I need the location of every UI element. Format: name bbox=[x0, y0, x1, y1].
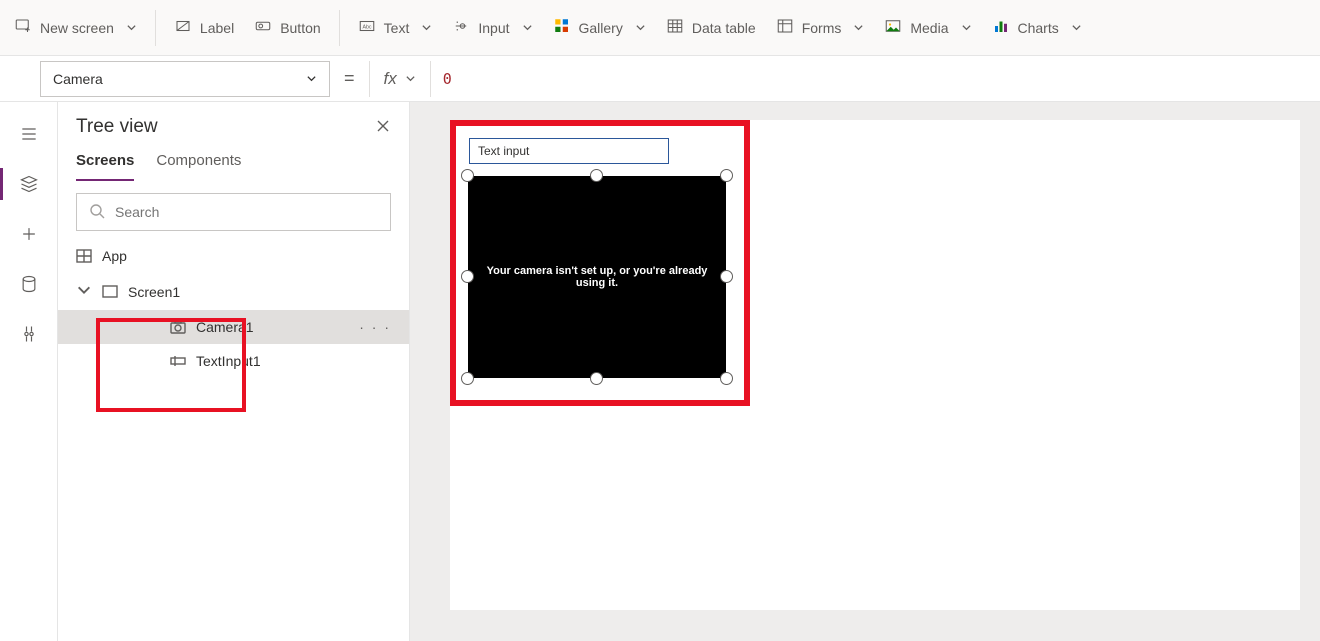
tree-app-label: App bbox=[102, 248, 127, 264]
label-text: Label bbox=[200, 20, 234, 36]
svg-text:Abc: Abc bbox=[362, 24, 371, 30]
button-control[interactable]: Button bbox=[244, 9, 330, 46]
forms-icon bbox=[776, 17, 794, 38]
fx-button[interactable]: fx bbox=[370, 69, 430, 89]
rail-tools[interactable] bbox=[9, 314, 49, 354]
chevron-down-icon bbox=[522, 20, 533, 36]
resize-handle[interactable] bbox=[461, 372, 474, 385]
design-canvas[interactable]: Text input Your camera isn't set up, or … bbox=[450, 120, 1300, 610]
chevron-down-icon bbox=[961, 20, 972, 36]
resize-handle[interactable] bbox=[720, 169, 733, 182]
property-name: Camera bbox=[53, 71, 103, 87]
tree-app[interactable]: App bbox=[58, 239, 409, 273]
tree-item-more[interactable]: · · · bbox=[359, 319, 391, 335]
tree-screen1[interactable]: Screen1 bbox=[58, 273, 409, 310]
button-icon bbox=[254, 17, 272, 38]
resize-handle[interactable] bbox=[590, 372, 603, 385]
chevron-down-icon bbox=[126, 20, 137, 36]
tree-screen1-label: Screen1 bbox=[128, 284, 180, 300]
charts-label: Charts bbox=[1018, 20, 1059, 36]
label-button[interactable]: Label bbox=[164, 9, 244, 46]
gallery-menu[interactable]: Gallery bbox=[543, 9, 656, 46]
forms-label: Forms bbox=[802, 20, 842, 36]
tree-textinput1-label: TextInput1 bbox=[196, 353, 261, 369]
data-table-label: Data table bbox=[692, 20, 756, 36]
chevron-down-icon bbox=[405, 69, 416, 89]
forms-menu[interactable]: Forms bbox=[766, 9, 875, 46]
property-selector[interactable]: Camera bbox=[40, 61, 330, 97]
charts-icon bbox=[992, 17, 1010, 38]
text-menu[interactable]: Abc Text bbox=[348, 9, 443, 46]
separator bbox=[339, 10, 340, 46]
chevron-down-icon bbox=[421, 20, 432, 36]
chevron-down-icon bbox=[306, 71, 317, 87]
resize-handle[interactable] bbox=[461, 169, 474, 182]
chevron-down-icon bbox=[853, 20, 864, 36]
main: Tree view Screens Components App Screen1… bbox=[0, 102, 1320, 641]
data-table-button[interactable]: Data table bbox=[656, 9, 766, 46]
tab-screens[interactable]: Screens bbox=[76, 146, 134, 181]
tree-search[interactable] bbox=[76, 193, 391, 231]
separator bbox=[155, 10, 156, 46]
text-input-control[interactable]: Text input bbox=[469, 138, 669, 164]
new-screen-button[interactable]: New screen bbox=[4, 9, 147, 46]
tree-camera1[interactable]: Camera1 · · · bbox=[58, 310, 409, 344]
resize-handle[interactable] bbox=[720, 270, 733, 283]
table-icon bbox=[666, 17, 684, 38]
chevron-down-icon bbox=[635, 20, 646, 36]
tree-panel: Tree view Screens Components App Screen1… bbox=[58, 102, 410, 641]
resize-handle[interactable] bbox=[590, 169, 603, 182]
media-label: Media bbox=[910, 20, 948, 36]
tree-title: Tree view bbox=[76, 116, 158, 138]
new-screen-label: New screen bbox=[40, 20, 114, 36]
rail-data[interactable] bbox=[9, 264, 49, 304]
rail-hamburger[interactable] bbox=[9, 114, 49, 154]
text-input-value: Text input bbox=[478, 144, 529, 158]
text-icon: Abc bbox=[358, 17, 376, 38]
input-menu[interactable]: Input bbox=[442, 9, 542, 46]
rail-tree-view[interactable] bbox=[9, 164, 49, 204]
formula-bar: Camera = fx bbox=[0, 56, 1320, 102]
gallery-label: Gallery bbox=[579, 20, 623, 36]
fx-label: fx bbox=[384, 69, 397, 89]
canvas-area: Text input Your camera isn't set up, or … bbox=[410, 102, 1320, 641]
chevron-down-icon bbox=[1071, 20, 1082, 36]
charts-menu[interactable]: Charts bbox=[982, 9, 1092, 46]
camera-control[interactable]: Your camera isn't set up, or you're alre… bbox=[468, 176, 726, 378]
equals-sign: = bbox=[344, 68, 355, 89]
label-icon bbox=[174, 17, 192, 38]
button-label: Button bbox=[280, 20, 320, 36]
tab-components[interactable]: Components bbox=[156, 146, 241, 181]
chevron-down-icon bbox=[76, 282, 92, 301]
resize-handle[interactable] bbox=[720, 372, 733, 385]
media-icon bbox=[884, 17, 902, 38]
gallery-icon bbox=[553, 17, 571, 38]
camera-message: Your camera isn't set up, or you're alre… bbox=[468, 265, 726, 289]
left-rail bbox=[0, 102, 58, 641]
tree-textinput1[interactable]: TextInput1 bbox=[58, 344, 409, 378]
resize-handle[interactable] bbox=[461, 270, 474, 283]
close-icon[interactable] bbox=[375, 118, 391, 137]
screen-icon bbox=[14, 17, 32, 38]
formula-input[interactable] bbox=[431, 61, 1320, 97]
input-label: Input bbox=[478, 20, 509, 36]
search-icon bbox=[89, 203, 105, 222]
search-input[interactable] bbox=[115, 204, 378, 220]
tree-camera1-label: Camera1 bbox=[196, 319, 254, 335]
ribbon: New screen Label Button Abc Text Input G… bbox=[0, 0, 1320, 56]
text-label: Text bbox=[384, 20, 410, 36]
media-menu[interactable]: Media bbox=[874, 9, 981, 46]
rail-insert[interactable] bbox=[9, 214, 49, 254]
input-icon bbox=[452, 17, 470, 38]
